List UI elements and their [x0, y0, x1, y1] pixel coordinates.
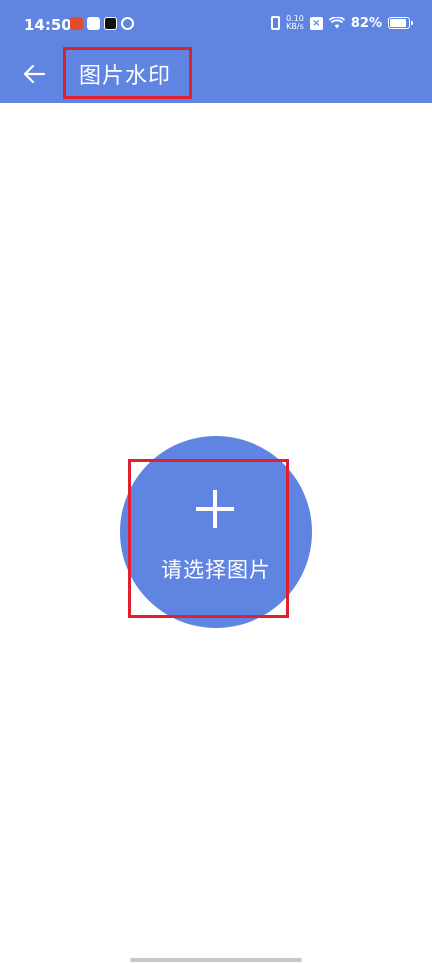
- vibrate-icon: [271, 16, 281, 30]
- home-indicator[interactable]: [130, 958, 302, 962]
- battery-icon: [388, 17, 413, 29]
- screen: 14:50 0.10 KB/s × 82% 图片水印 请选择图片: [0, 0, 432, 964]
- back-arrow-icon[interactable]: [18, 58, 50, 90]
- app-bar: 图片水印: [0, 47, 432, 103]
- app-notification-icon: [70, 17, 83, 30]
- tiktok-notification-icon: [104, 17, 117, 30]
- app-notification-icon: [87, 17, 100, 30]
- select-image-label: 请选择图片: [161, 558, 271, 582]
- header: 14:50 0.10 KB/s × 82% 图片水印: [0, 0, 432, 103]
- status-right: 0.10 KB/s × 82%: [271, 15, 413, 31]
- no-sim-icon: ×: [309, 16, 323, 30]
- wifi-icon: [328, 17, 345, 29]
- status-time: 14:50: [24, 16, 72, 34]
- app-notification-icon: [121, 17, 134, 30]
- battery-percent: 82%: [350, 15, 382, 31]
- notification-icons: [70, 17, 134, 30]
- net-speed-unit: KB/s: [286, 22, 304, 31]
- status-bar: 14:50 0.10 KB/s × 82%: [0, 0, 432, 50]
- select-image-button[interactable]: [120, 436, 312, 628]
- page-title: 图片水印: [79, 64, 172, 89]
- plus-icon: [196, 490, 234, 528]
- network-speed: 0.10 KB/s: [286, 15, 304, 31]
